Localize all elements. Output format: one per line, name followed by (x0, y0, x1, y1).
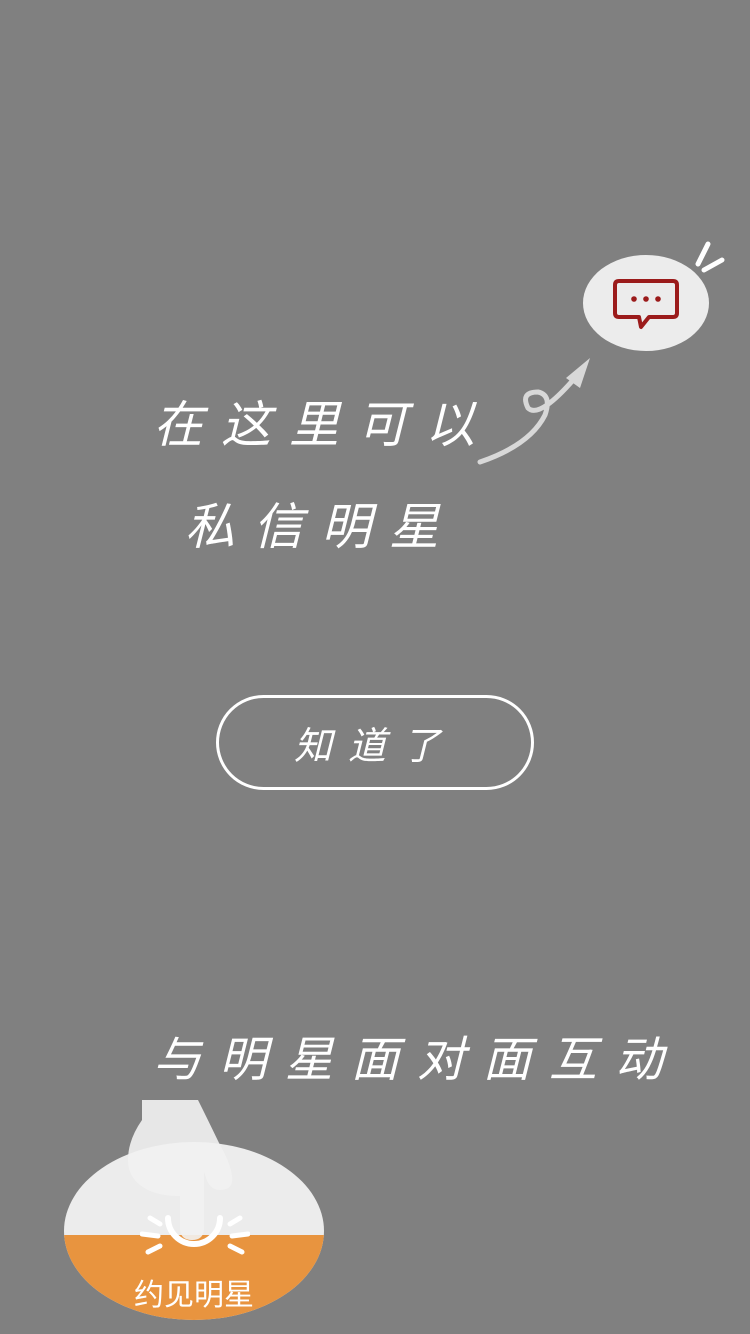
hint-text-line-2: 私信明星 (185, 498, 457, 556)
message-button-highlight[interactable] (583, 255, 709, 351)
chat-bubble-icon (611, 275, 681, 335)
pointing-hand-icon (120, 1100, 245, 1240)
guide-overlay (0, 0, 750, 1334)
got-it-button-label: 知道了 (293, 724, 456, 768)
meet-star-tab-label: 约见明星 (134, 1278, 254, 1313)
hint-text-line-3: 与明星面对面互动 (153, 1032, 682, 1088)
got-it-button[interactable]: 知道了 (216, 695, 534, 790)
sparkle-lines-icon (692, 238, 732, 278)
hint-text-line-1: 在这里可以 (153, 396, 493, 454)
